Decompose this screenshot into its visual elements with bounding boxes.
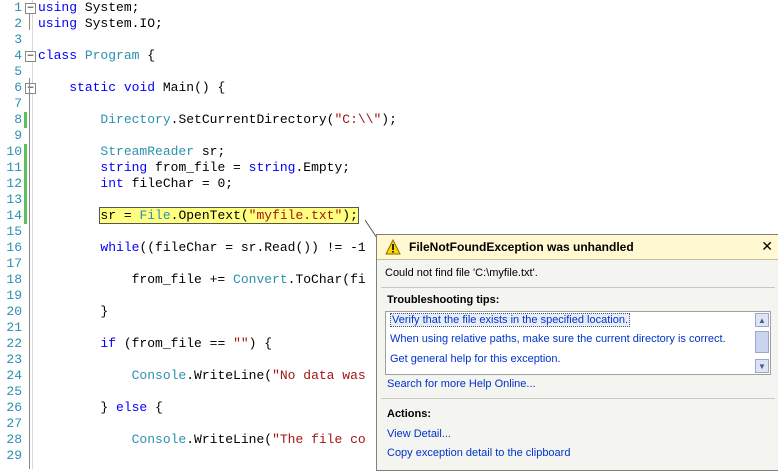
exception-title-bar: FileNotFoundException was unhandled ✕ bbox=[377, 235, 778, 260]
tips-scrollbar[interactable]: ▲ ▼ bbox=[755, 313, 769, 373]
tip-general-help[interactable]: Get general help for this exception. bbox=[390, 353, 561, 365]
code-line[interactable]: 7 bbox=[0, 96, 778, 112]
code-line[interactable]: 11 string from_file = string.Empty; bbox=[0, 160, 778, 176]
line-number: 25 bbox=[6, 384, 22, 399]
line-number: 10 bbox=[6, 144, 22, 159]
exception-title: FileNotFoundException was unhandled bbox=[409, 240, 634, 254]
line-number: 5 bbox=[14, 64, 22, 79]
tip-relative-paths[interactable]: When using relative paths, make sure the… bbox=[390, 333, 726, 345]
code-line[interactable]: 4 class Program { bbox=[0, 48, 778, 64]
line-number: 4 bbox=[14, 48, 22, 63]
line-number: 22 bbox=[6, 336, 22, 351]
code-text[interactable]: using System.IO; bbox=[38, 16, 163, 32]
line-number: 13 bbox=[6, 192, 22, 207]
fold-guide-line bbox=[29, 100, 30, 469]
code-text[interactable]: while((fileChar = sr.Read()) != -1 bbox=[38, 240, 365, 256]
view-detail-link[interactable]: View Detail... bbox=[387, 428, 451, 440]
code-line[interactable]: 2 using System.IO; bbox=[0, 16, 778, 32]
exception-message: Could not find file 'C:\myfile.txt'. bbox=[385, 267, 538, 279]
copy-exception-link[interactable]: Copy exception detail to the clipboard bbox=[387, 447, 570, 459]
troubleshooting-tips-header: Troubleshooting tips: bbox=[387, 294, 500, 306]
troubleshooting-tips-list[interactable]: Verify that the file exists in the speci… bbox=[385, 311, 771, 375]
line-number: 24 bbox=[6, 368, 22, 383]
line-number: 21 bbox=[6, 320, 22, 335]
changed-lines-marker bbox=[24, 112, 27, 128]
changed-lines-marker bbox=[24, 144, 27, 208]
code-text[interactable]: if (from_file == "") { bbox=[38, 336, 272, 352]
close-icon[interactable]: ✕ bbox=[761, 238, 773, 255]
code-text[interactable]: static void Main() { bbox=[38, 80, 225, 96]
changed-lines-marker bbox=[24, 208, 27, 224]
code-line[interactable]: 14 sr = File.OpenText("myfile.txt"); bbox=[0, 207, 778, 224]
scroll-thumb[interactable] bbox=[755, 331, 769, 353]
fold-toggle-icon[interactable]: − bbox=[25, 83, 36, 94]
code-text[interactable]: class Program { bbox=[38, 48, 155, 64]
warning-icon bbox=[385, 239, 401, 255]
line-number: 12 bbox=[6, 176, 22, 191]
divider bbox=[381, 398, 775, 399]
fold-toggle-icon[interactable]: − bbox=[25, 3, 36, 14]
scroll-down-icon[interactable]: ▼ bbox=[755, 359, 769, 373]
actions-header: Actions: bbox=[387, 408, 431, 420]
code-line[interactable]: 12 int fileChar = 0; bbox=[0, 176, 778, 192]
line-number: 15 bbox=[6, 224, 22, 239]
line-number: 1 bbox=[14, 0, 22, 15]
code-line[interactable]: 13 bbox=[0, 192, 778, 208]
line-number: 26 bbox=[6, 400, 22, 415]
code-line[interactable]: 10 StreamReader sr; bbox=[0, 144, 778, 160]
line-number: 19 bbox=[6, 288, 22, 303]
fold-guide-line bbox=[29, 14, 30, 30]
code-text[interactable]: from_file += Convert.ToChar(fi bbox=[38, 272, 366, 288]
line-number: 2 bbox=[14, 16, 22, 31]
code-line[interactable]: 5 bbox=[0, 64, 778, 80]
exception-assistant-popup: FileNotFoundException was unhandled ✕ Co… bbox=[376, 234, 778, 471]
code-line[interactable]: 1 using System; bbox=[0, 0, 778, 16]
code-text[interactable]: } bbox=[38, 304, 108, 320]
line-number: 16 bbox=[6, 240, 22, 255]
code-text[interactable]: sr = File.OpenText("myfile.txt"); bbox=[38, 207, 359, 224]
line-number: 28 bbox=[6, 432, 22, 447]
divider bbox=[381, 287, 775, 288]
line-number: 29 bbox=[6, 448, 22, 463]
code-text[interactable]: string from_file = string.Empty; bbox=[38, 160, 350, 176]
line-number: 17 bbox=[6, 256, 22, 271]
line-number: 3 bbox=[14, 32, 22, 47]
code-line[interactable]: 8 Directory.SetCurrentDirectory("C:\\"); bbox=[0, 112, 778, 128]
code-text[interactable]: Console.WriteLine("No data was bbox=[38, 368, 366, 384]
code-text[interactable]: int fileChar = 0; bbox=[38, 176, 233, 192]
line-number: 8 bbox=[14, 112, 22, 127]
line-number: 18 bbox=[6, 272, 22, 287]
code-line[interactable]: 6 static void Main() { bbox=[0, 80, 778, 96]
line-number: 11 bbox=[6, 160, 22, 175]
line-number: 23 bbox=[6, 352, 22, 367]
code-line[interactable]: 3 bbox=[0, 32, 778, 48]
code-text[interactable]: using System; bbox=[38, 0, 139, 16]
tip-verify-file-exists[interactable]: Verify that the file exists in the speci… bbox=[390, 313, 631, 327]
line-number: 20 bbox=[6, 304, 22, 319]
search-help-online-link[interactable]: Search for more Help Online... bbox=[387, 378, 536, 390]
line-number: 14 bbox=[6, 208, 22, 223]
fold-toggle-icon[interactable]: − bbox=[25, 51, 36, 62]
line-number: 6 bbox=[14, 80, 22, 95]
code-text[interactable]: } else { bbox=[38, 400, 162, 416]
line-number: 27 bbox=[6, 416, 22, 431]
code-text[interactable]: StreamReader sr; bbox=[38, 144, 225, 160]
line-number: 7 bbox=[14, 96, 22, 111]
code-line[interactable]: 9 bbox=[0, 128, 778, 144]
line-number: 9 bbox=[14, 128, 22, 143]
code-text[interactable]: Directory.SetCurrentDirectory("C:\\"); bbox=[38, 112, 396, 128]
scroll-up-icon[interactable]: ▲ bbox=[755, 313, 769, 327]
code-text[interactable]: Console.WriteLine("The file co bbox=[38, 432, 366, 448]
